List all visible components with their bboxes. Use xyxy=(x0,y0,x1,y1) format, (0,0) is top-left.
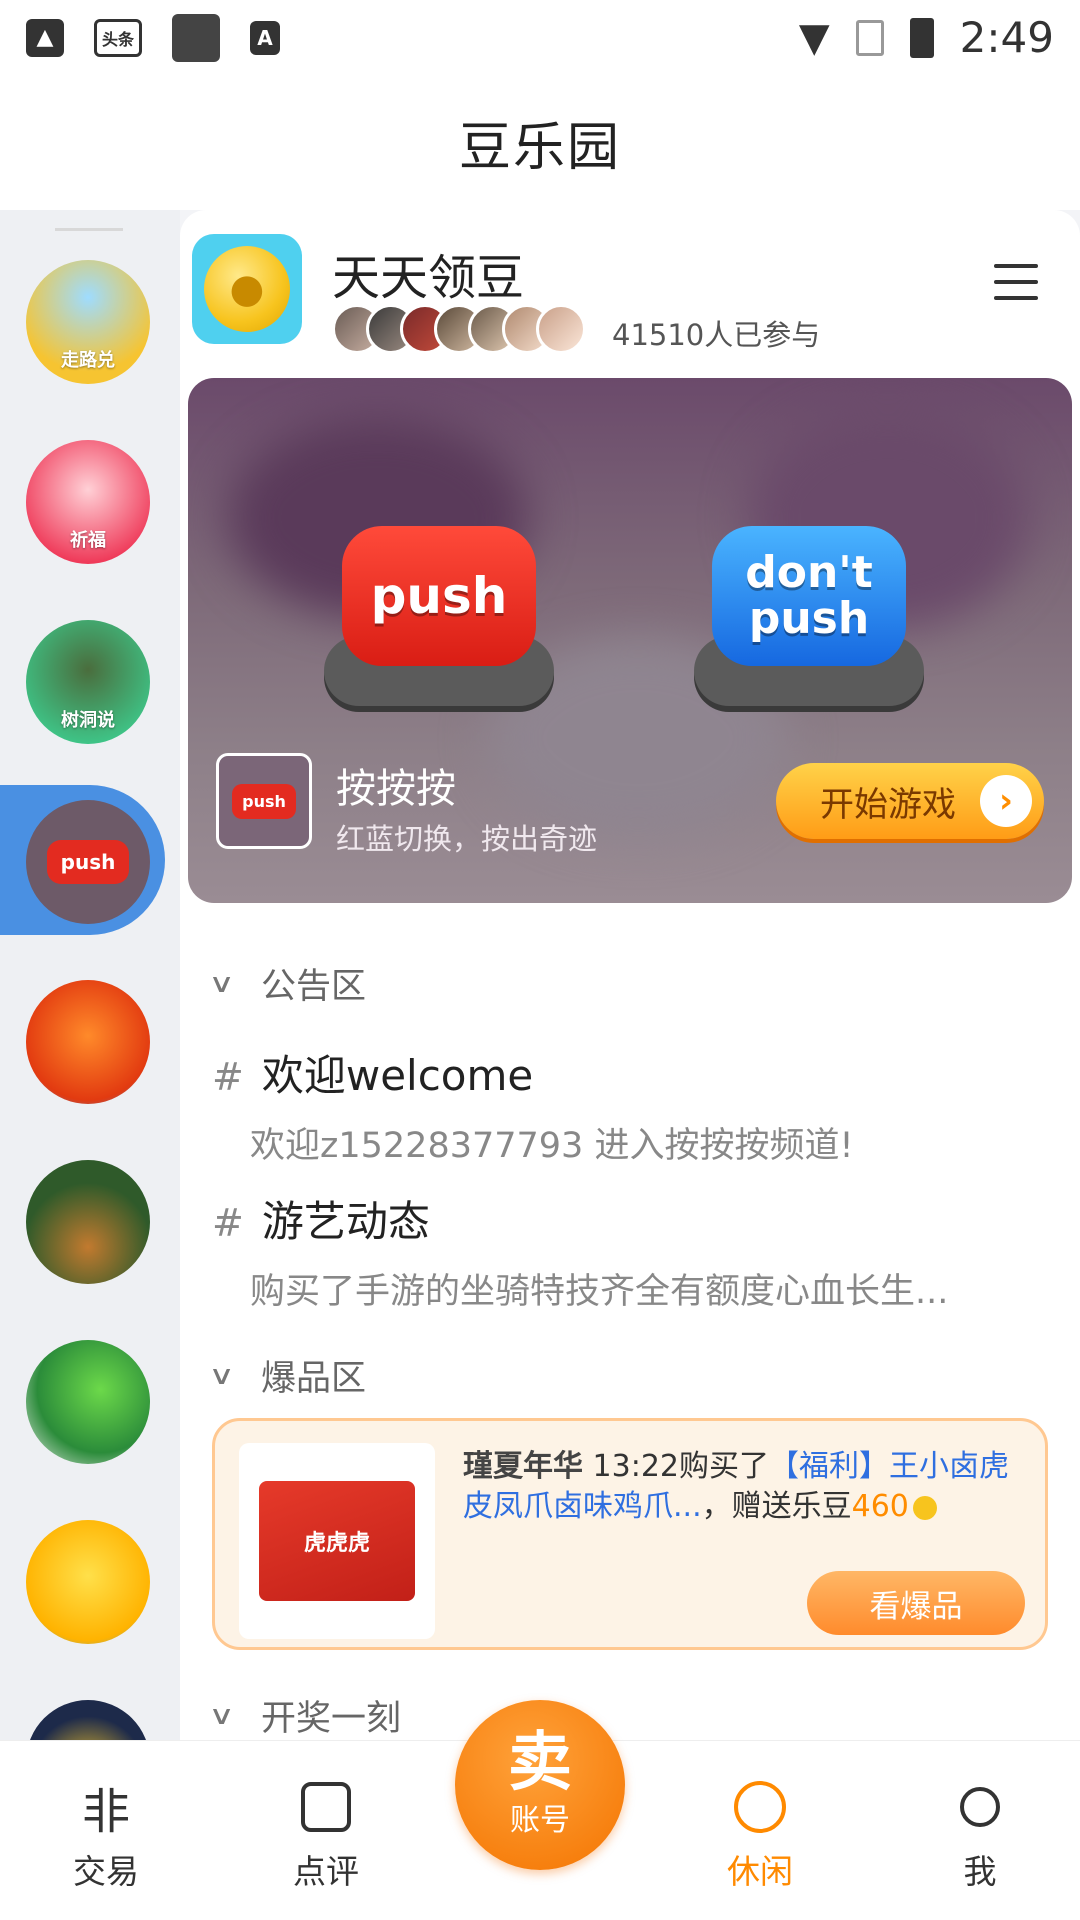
chevron-right-icon: › xyxy=(980,775,1032,827)
sidebar-item-fish-game[interactable] xyxy=(26,980,150,1104)
tab-trade[interactable]: 非 交易 xyxy=(26,1777,186,1893)
notice-item[interactable]: # 欢迎welcome 欢迎z15228377793 进入按按按频道! xyxy=(212,1042,1052,1168)
font-icon: A xyxy=(250,20,280,55)
product-package-text: 虎虎虎 xyxy=(259,1481,415,1601)
chevron-down-icon: ∨ xyxy=(208,1700,235,1731)
push-label: push xyxy=(342,526,536,666)
sidebar: 走路兑 祈福 树洞说 push xyxy=(0,210,180,1740)
sidebar-divider xyxy=(55,228,123,231)
page-title: 豆乐园 xyxy=(0,75,1080,210)
wifi-icon: ▼ xyxy=(798,14,830,61)
hot-product-card[interactable]: 虎虎虎 瑾夏年华 13:22购买了【福利】王小卤虎皮凤爪卤味鸡爪...，赠送乐豆… xyxy=(212,1418,1048,1650)
participant-avatars xyxy=(332,304,586,354)
game-banner[interactable]: push don't push push 按按按 红蓝切换，按出奇迹 开始游戏 … xyxy=(188,378,1072,903)
leisure-icon xyxy=(730,1777,790,1837)
game-name: 按按按 xyxy=(336,766,456,812)
avatar xyxy=(536,304,586,354)
trade-icon: 非 xyxy=(81,1784,130,1840)
chevron-down-icon: ∨ xyxy=(208,1360,235,1391)
tab-leisure[interactable]: 休闲 xyxy=(680,1777,840,1893)
buyer-name: 瑾夏年华 xyxy=(463,1449,583,1484)
section-hot-header[interactable]: ∨ 爆品区 xyxy=(208,1350,367,1401)
game-thumbnail: push xyxy=(216,753,312,849)
sidebar-item-owl-game[interactable] xyxy=(26,1160,150,1284)
clock: 2:49 xyxy=(959,13,1054,62)
bean-coin-icon: ● xyxy=(192,234,302,344)
no-sim-icon xyxy=(855,19,884,56)
notice-title: 欢迎welcome xyxy=(261,1051,534,1100)
sidebar-item-walk[interactable]: 走路兑 xyxy=(26,260,150,384)
status-bar: ▲ 头条 A ▼ 2:49 xyxy=(0,0,1080,75)
chevron-down-icon: ∨ xyxy=(208,968,235,999)
game-description: 红蓝切换，按出奇迹 xyxy=(336,822,598,856)
section-notice-header[interactable]: ∨ 公告区 xyxy=(208,958,367,1009)
participant-count: 41510人已参与 xyxy=(612,318,821,352)
app-square-icon xyxy=(172,13,220,62)
hot-product-text: 瑾夏年华 13:22购买了【福利】王小卤虎皮凤爪卤味鸡爪...，赠送乐豆460 xyxy=(463,1447,1023,1527)
sidebar-item-pray[interactable]: 祈福 xyxy=(26,440,150,564)
tab-profile[interactable]: 我 xyxy=(900,1777,1060,1893)
menu-icon[interactable] xyxy=(994,264,1038,300)
sell-sublabel: 账号 xyxy=(510,1803,570,1838)
start-game-label: 开始游戏 xyxy=(820,784,956,825)
main-panel: ● 天天领豆 41510人已参与 push don't push push 按按… xyxy=(180,210,1080,1740)
sidebar-item-chick-game[interactable] xyxy=(26,1520,150,1644)
section-lottery-header[interactable]: ∨ 开奖一刻 xyxy=(208,1690,402,1740)
section-title: 开奖一刻 xyxy=(261,1699,402,1739)
notice-title: 游艺动态 xyxy=(261,1197,430,1246)
notice-desc: 购买了手游的坐骑特技齐全有额度心血长生... xyxy=(250,1272,949,1312)
push-button-art: push xyxy=(324,526,554,706)
sidebar-item-treehole[interactable]: 树洞说 xyxy=(26,620,150,744)
sidebar-item-label: 祈福 xyxy=(70,530,106,551)
reward-text: ，赠送乐豆 xyxy=(701,1489,852,1524)
sell-account-button[interactable]: 卖 账号 xyxy=(455,1700,625,1870)
notice-item[interactable]: # 游艺动态 购买了手游的坐骑特技齐全有额度心血长生... xyxy=(212,1188,1052,1314)
start-game-button[interactable]: 开始游戏 › xyxy=(776,763,1044,839)
section-title: 爆品区 xyxy=(261,1359,367,1399)
sidebar-item-label: 树洞说 xyxy=(61,710,115,731)
bean-icon xyxy=(912,1495,937,1520)
profile-icon xyxy=(950,1777,1010,1837)
hash-icon: # xyxy=(212,1201,244,1245)
news-app-icon: 头条 xyxy=(94,18,142,57)
review-icon xyxy=(296,1777,356,1837)
dont-push-label: don't push xyxy=(712,526,906,666)
hash-icon: # xyxy=(212,1055,244,1099)
sidebar-item-next-game[interactable] xyxy=(26,1700,150,1740)
tab-review[interactable]: 点评 xyxy=(246,1777,406,1893)
page-title-text: 豆乐园 xyxy=(458,118,621,178)
product-image: 虎虎虎 xyxy=(239,1443,435,1639)
game-thumb-label: push xyxy=(232,783,296,819)
battery-icon xyxy=(909,17,934,58)
tab-label: 休闲 xyxy=(727,1852,793,1891)
app-title: 天天领豆 xyxy=(332,250,525,306)
app-header: ● 天天领豆 41510人已参与 xyxy=(192,234,1052,364)
section-title: 公告区 xyxy=(261,967,367,1007)
sidebar-item-bird-soccer-game[interactable] xyxy=(26,1340,150,1464)
purchase-time-text: 13:22购买了 xyxy=(583,1449,769,1484)
view-hot-button[interactable]: 看爆品 xyxy=(807,1571,1025,1635)
bean-count: 460 xyxy=(851,1489,909,1524)
sell-label: 卖 xyxy=(508,1726,572,1800)
tab-label: 交易 xyxy=(73,1852,139,1891)
sidebar-item-label: push xyxy=(46,840,130,884)
tab-label: 我 xyxy=(963,1852,997,1891)
gallery-icon: ▲ xyxy=(26,18,64,57)
sidebar-item-push-game[interactable]: push xyxy=(26,800,150,924)
notice-desc: 欢迎z15228377793 进入按按按频道! xyxy=(250,1126,854,1166)
sidebar-item-label: 走路兑 xyxy=(61,350,115,371)
tab-label: 点评 xyxy=(293,1852,359,1891)
dont-push-button-art: don't push xyxy=(694,526,924,706)
